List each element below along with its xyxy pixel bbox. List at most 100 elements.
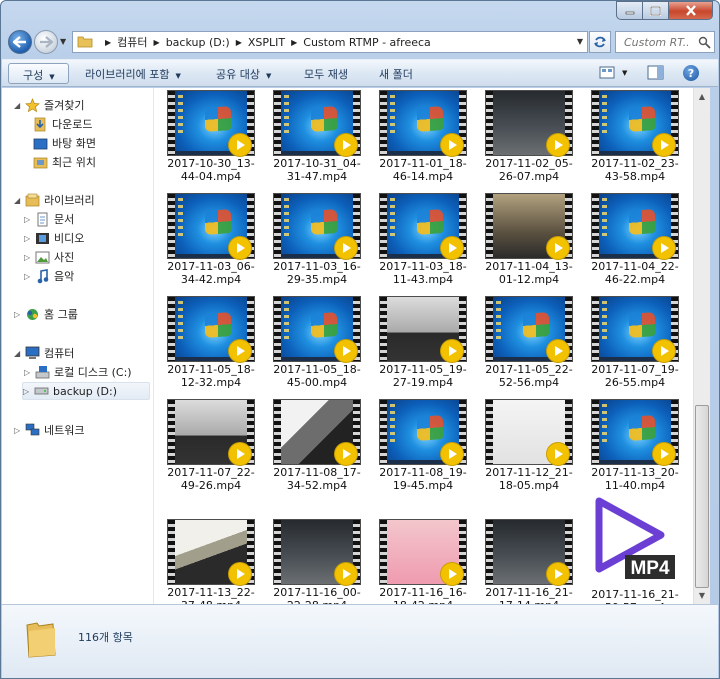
file-name-line-2: 19-45.mp4 [392,479,454,492]
tree-desktop[interactable]: 바탕 화면 [32,134,96,152]
address-bar[interactable]: ▶ 컴퓨터 ▶ backup (D:) ▶ XSPLIT ▶ Custom RTMP -… [72,31,588,53]
film-strip-icon [168,91,175,155]
file-item[interactable]: 2017-11-02_23- 43-58.mp4 [583,90,683,190]
help-button[interactable]: ? [683,65,699,81]
tree-documents[interactable]: ▷ 문서 [24,210,74,228]
file-item[interactable]: 2017-11-13_20- 11-40.mp4 [583,399,683,499]
recent-places-icon [32,154,48,170]
file-name-line-2: 12-32.mp4 [180,376,242,389]
preview-pane-button[interactable] [647,65,664,83]
change-view-button[interactable]: ▼ [599,66,627,79]
forward-button[interactable] [34,30,58,54]
tree-computer[interactable]: ◢ 컴퓨터 [14,344,74,362]
new-folder-button[interactable]: 새 폴더 [379,66,413,82]
tree-libraries[interactable]: ◢ 라이브러리 [14,191,95,209]
dropdown-arrow-icon: ▼ [175,72,181,80]
file-item[interactable]: 2017-11-04_13- 01-12.mp4 [477,193,577,293]
play-badge-icon [229,563,251,585]
tree-recent[interactable]: 최근 위치 [32,153,96,171]
file-item[interactable]: 2017-11-05_22- 52-56.mp4 [477,296,577,396]
file-name-line-2: 11-40.mp4 [604,479,666,492]
file-item[interactable]: 2017-11-01_18- 46-14.mp4 [371,90,471,190]
scrollbar-thumb[interactable] [695,405,709,588]
tree-local-disk[interactable]: ▷ 로컬 디스크 (C:) [24,363,132,381]
vertical-scrollbar[interactable]: ▲ ▼ [693,88,710,604]
file-name-line-2: 18-05.mp4 [498,479,560,492]
address-history-dropdown[interactable]: ▼ [577,37,583,46]
film-strip-icon [486,400,493,464]
tree-pictures[interactable]: ▷ 사진 [24,248,74,266]
maximize-button[interactable] [643,1,669,20]
search-input[interactable] [624,35,688,49]
minimize-button[interactable] [616,1,643,20]
desktop-icons [284,301,289,341]
tree-favorites[interactable]: ◢ 즐겨찾기 [14,96,84,114]
back-button[interactable] [8,30,32,54]
include-in-library-button[interactable]: 라이브러리에 포함 ▼ [85,66,181,82]
film-strip-icon [274,297,281,361]
file-item[interactable]: 2017-11-03_18- 11-43.mp4 [371,193,471,293]
tree-homegroup[interactable]: ▷ 홈 그룹 [14,305,78,323]
file-name-line-2: 44-04.mp4 [180,170,242,183]
file-name-line-2: 29-35.mp4 [286,273,348,286]
file-name-line-1: 2017-11-02_05- [485,157,573,170]
recent-pages-dropdown[interactable]: ▼ [60,37,66,46]
file-item[interactable]: 2017-11-03_16- 29-35.mp4 [265,193,365,293]
file-item[interactable]: 2017-11-07_19- 26-55.mp4 [583,296,683,396]
file-item[interactable]: 2017-11-12_21- 18-05.mp4 [477,399,577,499]
pictures-icon [34,249,50,265]
explorer-window: ▼ ▶ 컴퓨터 ▶ backup (D:) ▶ XSPLIT ▶ Custom RTMP… [0,0,720,679]
film-strip-icon [592,194,599,258]
search-box[interactable] [615,31,715,53]
file-name: 2017-11-08_19- 19-45.mp4 [371,466,475,492]
file-item[interactable]: 2017-11-05_19- 27-19.mp4 [371,296,471,396]
film-strip-icon [274,194,281,258]
file-name-line-2: 34-52.mp4 [286,479,348,492]
tree-documents-label: 문서 [54,213,75,226]
film-strip-icon [380,520,387,584]
close-button[interactable] [669,1,713,20]
breadcrumb-backup[interactable]: backup (D:) [166,36,230,49]
breadcrumb-xsplit[interactable]: XSPLIT [248,36,285,49]
tree-network[interactable]: ▷ 네트워크 [14,421,84,439]
refresh-button[interactable] [589,31,611,53]
file-item[interactable]: 2017-11-04_22- 46-22.mp4 [583,193,683,293]
file-name-line-1: 2017-11-08_19- [379,466,467,479]
play-badge-icon [441,134,463,156]
tree-music[interactable]: ▷ 음악 [24,267,74,285]
film-strip-icon [274,91,281,155]
file-item[interactable]: 2017-10-31_04- 31-47.mp4 [265,90,365,190]
file-name-line-1: 2017-11-01_18- [379,157,467,170]
file-item[interactable]: 2017-11-07_22- 49-26.mp4 [159,399,259,499]
file-item[interactable]: 2017-11-03_06- 34-42.mp4 [159,193,259,293]
play-all-button[interactable]: 모두 재생 [304,66,348,82]
file-item[interactable]: 2017-11-08_19- 19-45.mp4 [371,399,471,499]
scroll-up-icon[interactable]: ▲ [694,88,710,105]
play-badge-icon [547,443,569,465]
file-item[interactable]: 2017-11-08_17- 34-52.mp4 [265,399,365,499]
tree-backup-drive[interactable]: ▷ backup (D:) [22,382,150,400]
tree-videos[interactable]: ▷ 비디오 [24,229,84,247]
organize-button[interactable]: 구성 ▼ [8,63,69,84]
share-with-button[interactable]: 공유 대상 ▼ [216,66,271,82]
file-name-line-1: 2017-11-05_18- [273,363,361,376]
film-strip-icon [274,400,281,464]
tree-videos-label: 비디오 [54,232,85,245]
file-name-line-1: 2017-11-13_22- [167,586,255,599]
organize-label: 구성 [23,69,44,82]
file-item[interactable]: 2017-11-05_18- 45-00.mp4 [265,296,365,396]
file-item[interactable]: 2017-11-02_05- 26-07.mp4 [477,90,577,190]
play-badge-icon [229,443,251,465]
breadcrumb-computer[interactable]: 컴퓨터 [117,34,147,50]
play-badge-icon [653,134,675,156]
scroll-down-icon[interactable]: ▼ [694,587,710,604]
file-item[interactable]: 2017-10-30_13- 44-04.mp4 [159,90,259,190]
file-name-line-1: 2017-11-16_21- [591,588,679,601]
breadcrumb-current-folder[interactable]: Custom RTMP - afreeca [303,36,431,49]
drive-icon [33,383,49,399]
tree-downloads[interactable]: 다운로드 [32,115,92,133]
film-strip-icon [168,400,175,464]
file-name-line-2: 43-58.mp4 [604,170,666,183]
desktop-icons [602,301,607,341]
file-item[interactable]: 2017-11-05_18- 12-32.mp4 [159,296,259,396]
